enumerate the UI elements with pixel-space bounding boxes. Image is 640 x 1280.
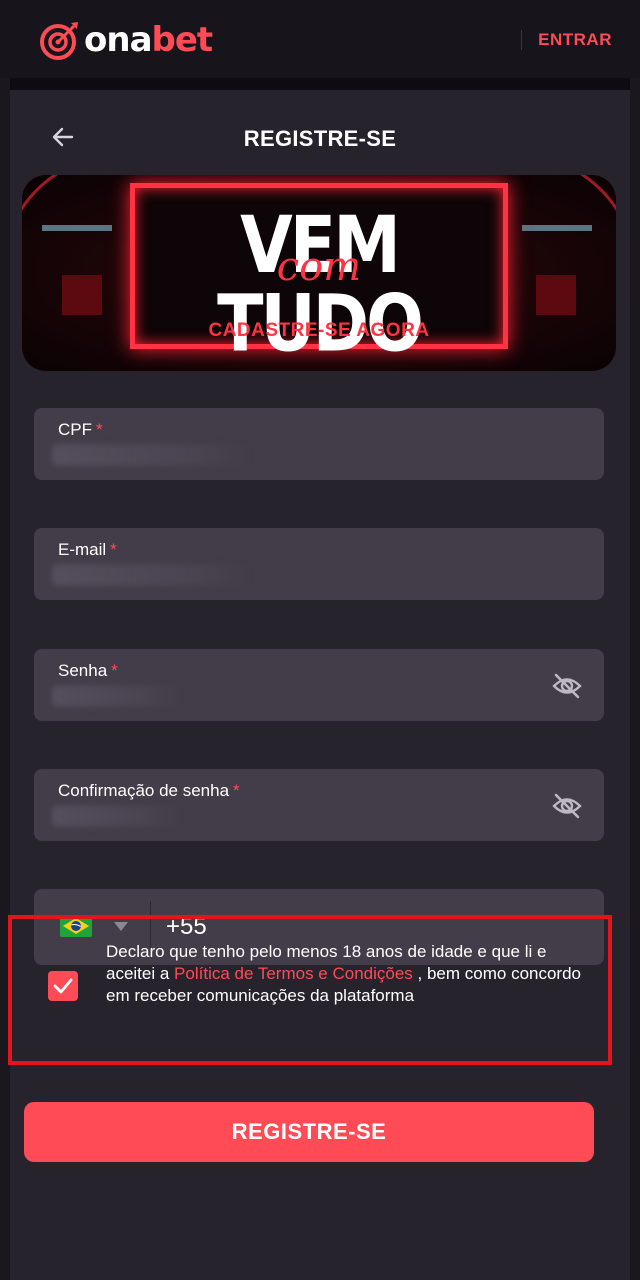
terms-policy-link[interactable]: Política de Termos e Condições <box>174 964 413 983</box>
eye-off-icon[interactable] <box>552 793 582 819</box>
terms-consent-box: Declaro que tenho pelo menos 18 anos de … <box>8 915 612 1065</box>
register-submit-button[interactable]: REGISTRE-SE <box>24 1102 594 1162</box>
promo-banner[interactable]: VEM TUDO com CADASTRE-SE AGORA <box>22 175 616 371</box>
confirm-password-label-text: Confirmação de senha <box>58 781 230 800</box>
logo-wordmark-white: ona <box>84 20 153 60</box>
onabet-logo[interactable]: onabet <box>38 18 214 62</box>
target-logo-icon <box>40 22 78 60</box>
banner-frame: VEM TUDO com CADASTRE-SE AGORA <box>130 183 508 364</box>
email-value-blurred <box>52 564 252 586</box>
confirm-password-label: Confirmação de senha * <box>58 781 240 801</box>
terms-text: Declaro que tenho pelo menos 18 anos de … <box>106 941 586 1007</box>
email-field[interactable]: E-mail * <box>34 528 604 600</box>
cpf-field[interactable]: CPF * <box>34 408 604 480</box>
confirm-password-field[interactable]: Confirmação de senha * <box>34 769 604 841</box>
banner-subheadline: CADASTRE-SE AGORA <box>208 320 430 341</box>
banner-script-text: com <box>276 244 362 290</box>
email-label-text: E-mail <box>58 540 107 559</box>
cpf-label-text: CPF <box>58 420 92 439</box>
cpf-label: CPF * <box>58 420 103 440</box>
required-mark: * <box>111 661 118 680</box>
password-field[interactable]: Senha * <box>34 649 604 721</box>
password-value-blurred <box>52 685 182 707</box>
checkmark-icon <box>53 978 73 994</box>
required-mark: * <box>233 781 240 800</box>
page-title: REGISTRE-SE <box>243 126 397 151</box>
required-mark: * <box>96 420 103 439</box>
topbar-divider <box>521 30 522 50</box>
logo-wordmark-red: bet <box>151 20 214 60</box>
login-link[interactable]: ENTRAR <box>538 30 612 50</box>
eye-off-icon[interactable] <box>552 673 582 699</box>
email-label: E-mail * <box>58 540 117 560</box>
terms-checkbox[interactable] <box>48 971 78 1001</box>
password-label-text: Senha <box>58 661 108 680</box>
registration-header: REGISTRE-SE <box>10 112 630 162</box>
confirm-password-value-blurred <box>52 805 182 827</box>
cpf-value-blurred <box>52 444 252 466</box>
top-navigation-bar: onabet ENTRAR <box>0 0 640 78</box>
logo-wordmark: onabet <box>84 20 214 60</box>
registration-panel: REGISTRE-SE VEM TUDO com CADASTRE-SE AGO… <box>10 78 630 1280</box>
required-mark: * <box>110 540 117 559</box>
password-label: Senha * <box>58 661 118 681</box>
